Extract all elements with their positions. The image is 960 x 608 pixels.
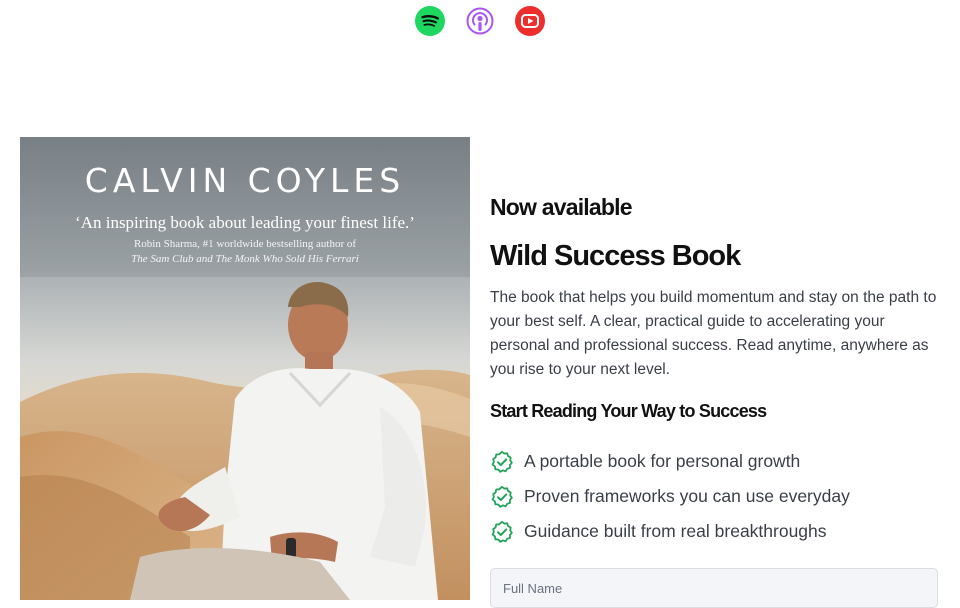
cover-quote: ‘An inspiring book about leading your fi…: [75, 213, 415, 232]
benefits-list: A portable book for personal growth Prov…: [490, 444, 850, 549]
book-description: The book that helps you build momentum a…: [490, 289, 937, 378]
cover-endorsement: Robin Sharma, #1 worldwide bestselling a…: [20, 237, 470, 267]
podcast-links: [0, 6, 960, 38]
cover-author-name: CALVIN COYLES: [84, 161, 406, 200]
benefit-item: Guidance built from real breakthroughs: [490, 514, 850, 549]
benefit-item: A portable book for personal growth: [490, 444, 850, 479]
cover-endorser-titles: The Sam Club and The Monk Who Sold His F…: [131, 253, 359, 265]
verified-check-icon: [490, 450, 514, 474]
youtube-icon[interactable]: [515, 6, 545, 36]
spotify-icon[interactable]: [415, 6, 445, 36]
availability-heading: Now available: [490, 194, 633, 220]
book-title: Wild Success Book: [490, 240, 741, 272]
apple-podcasts-icon[interactable]: [465, 6, 495, 36]
benefit-text: A portable book for personal growth: [524, 451, 801, 471]
book-cover-art: [20, 137, 470, 600]
benefit-text: Proven frameworks you can use everyday: [524, 486, 850, 506]
verified-check-icon: [490, 520, 514, 544]
book-cover-image: CALVIN COYLES ‘An inspiring book about l…: [20, 137, 470, 600]
verified-check-icon: [490, 485, 514, 509]
benefit-item: Proven frameworks you can use everyday: [490, 479, 850, 514]
full-name-input[interactable]: [490, 568, 938, 608]
benefit-text: Guidance built from real breakthroughs: [524, 521, 827, 541]
benefits-heading: Start Reading Your Way to Success: [490, 401, 767, 421]
cover-endorser: Robin Sharma, #1 worldwide bestselling a…: [133, 238, 357, 250]
